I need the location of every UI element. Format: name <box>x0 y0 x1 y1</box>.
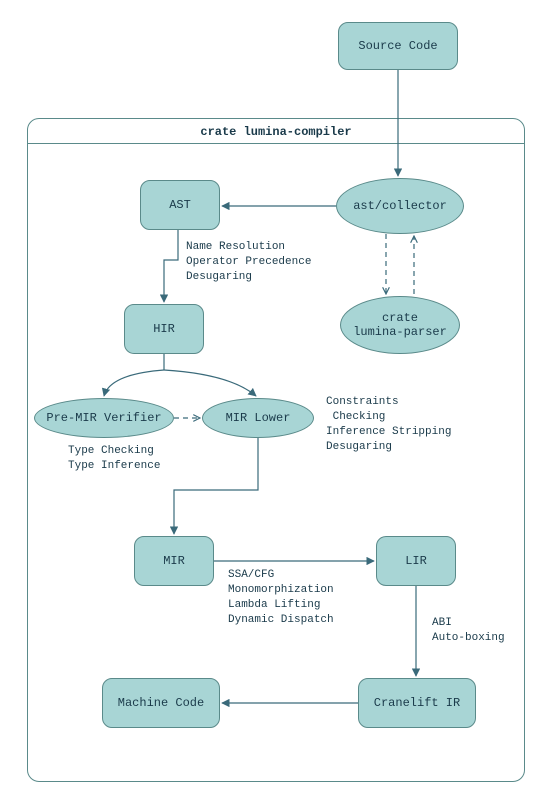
node-premir: Pre-MIR Verifier <box>34 398 174 438</box>
node-source-code: Source Code <box>338 22 458 70</box>
crate-divider <box>28 143 524 144</box>
label-lir-to-cranelift: ABI Auto-boxing <box>432 616 505 646</box>
label-mirlower-side: Constraints Checking Inference Stripping… <box>326 395 451 454</box>
node-cranelift: Cranelift IR <box>358 678 476 728</box>
label-mir-to-lir: SSA/CFG Monomorphization Lambda Lifting … <box>228 568 334 627</box>
node-label: MIR <box>163 554 185 568</box>
node-lir: LIR <box>376 536 456 586</box>
label-premir-below: Type Checking Type Inference <box>68 444 160 474</box>
crate-title: crate lumina-compiler <box>28 125 524 139</box>
node-collector: ast/collector <box>336 178 464 234</box>
node-label: HIR <box>153 322 175 336</box>
node-label: Cranelift IR <box>374 696 460 710</box>
node-label: Machine Code <box>118 696 204 710</box>
label-ast-to-hir: Name Resolution Operator Precedence Desu… <box>186 240 311 285</box>
node-mirlower: MIR Lower <box>202 398 314 438</box>
node-machine: Machine Code <box>102 678 220 728</box>
node-label: Source Code <box>358 39 437 53</box>
node-label: Pre-MIR Verifier <box>46 411 161 425</box>
node-label: ast/collector <box>353 199 447 213</box>
node-label: LIR <box>405 554 427 568</box>
node-ast: AST <box>140 180 220 230</box>
node-label: AST <box>169 198 191 212</box>
node-hir: HIR <box>124 304 204 354</box>
node-mir: MIR <box>134 536 214 586</box>
node-label: MIR Lower <box>226 411 291 425</box>
node-label: crate lumina-parser <box>353 311 447 339</box>
node-parser: crate lumina-parser <box>340 296 460 354</box>
